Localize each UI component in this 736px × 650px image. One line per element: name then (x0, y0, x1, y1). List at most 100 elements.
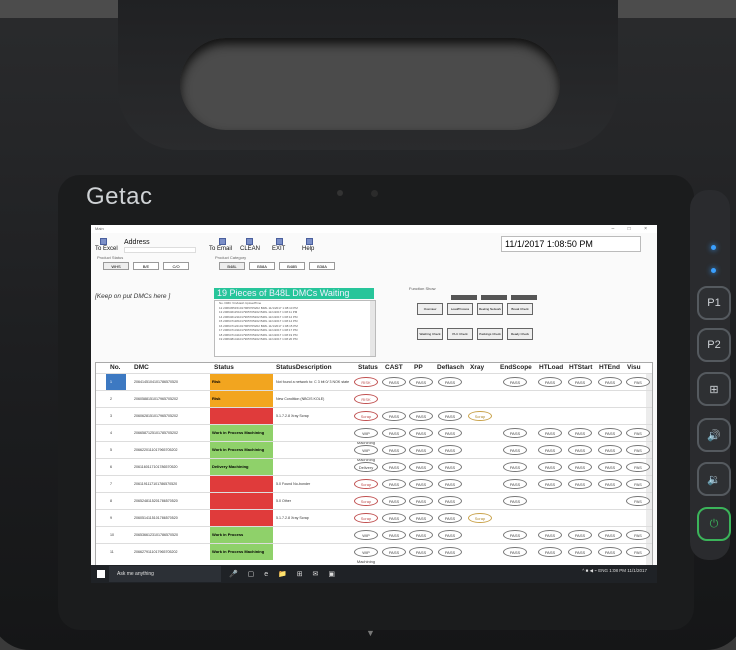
dmc-cell[interactable]: 2060588151017965705202 (134, 391, 208, 407)
stage-result-pill[interactable]: Scrap (354, 513, 378, 523)
windows-button[interactable]: ⊞ (697, 372, 731, 406)
reeling-network-button[interactable]: Reeling Network (477, 303, 503, 315)
stage-result-pill[interactable]: Scrap (468, 411, 492, 421)
volume-up-button[interactable]: 🔊 (697, 418, 731, 452)
stage-result-pill[interactable]: Delivery (354, 462, 378, 472)
stage-result-pill[interactable]: PAS (626, 479, 650, 489)
clean-icon[interactable] (246, 238, 253, 245)
stage-result-pill[interactable]: Scrap (468, 513, 492, 523)
stage-result-pill[interactable]: PASS (503, 377, 527, 387)
taskbar-app-icons[interactable]: 🎤 ▢ e 📁 ⊞ ✉ ▣ (229, 570, 339, 578)
stage-result-pill[interactable]: PASS (438, 428, 462, 438)
status-be-button[interactable]: B/E (133, 262, 159, 270)
stage-result-pill[interactable]: PASS (382, 445, 406, 455)
load-process-button[interactable]: Load/Process (447, 303, 473, 315)
column-header[interactable]: Visu (627, 363, 641, 373)
address-input[interactable] (124, 247, 196, 253)
stage-result-pill[interactable]: PASS (438, 479, 462, 489)
excel-icon[interactable] (100, 238, 107, 245)
help-button[interactable]: Help (302, 246, 314, 252)
stage-result-pill[interactable]: WIP Machining (354, 428, 378, 445)
column-header[interactable]: No. (110, 363, 120, 373)
stage-result-pill[interactable]: PASS (382, 428, 406, 438)
list-item[interactable]: 19 2066481411017965705202 B48L 11/1/2017… (215, 337, 375, 342)
stage-result-pill[interactable]: PASS (598, 377, 622, 387)
column-header[interactable]: StatusDescription (276, 363, 332, 373)
stage-result-pill[interactable]: PASS (568, 547, 592, 557)
plc-check-button[interactable]: PLC Check (447, 328, 473, 340)
category-b58a-button[interactable]: B58A (249, 262, 275, 270)
stage-result-pill[interactable]: PASS (409, 445, 433, 455)
stage-result-pill[interactable]: PASS (568, 530, 592, 540)
dmc-cell[interactable]: 2066587125101785705202 (134, 425, 208, 441)
dmc-cell[interactable]: 2064145104101786570520 (134, 374, 208, 390)
stage-result-pill[interactable]: PASS (503, 462, 527, 472)
stage-result-pill[interactable]: Scrap (354, 411, 378, 421)
stage-result-pill[interactable]: PASS (503, 428, 527, 438)
dmc-grid[interactable]: No. DMC Status StatusDescription Status … (95, 362, 653, 582)
stage-result-pill[interactable]: PASS (538, 479, 562, 489)
power-button[interactable]: ⏻ (697, 507, 731, 541)
stage-result-pill[interactable]: PASS (382, 513, 406, 523)
p2-button[interactable]: P2 (697, 328, 731, 362)
stage-result-pill[interactable]: WIP (354, 530, 378, 540)
stage-result-pill[interactable]: PASS (409, 411, 433, 421)
dmc-note-textbox[interactable]: [Keep on put DMCs here ] (95, 293, 211, 300)
stage-result-pill[interactable]: PASS (598, 462, 622, 472)
dmc-cell[interactable]: 2060628151017965705202 (134, 408, 208, 424)
stage-result-pill[interactable]: PASS (568, 462, 592, 472)
column-header[interactable]: HTLoad (539, 363, 563, 373)
window-controls[interactable]: – □ × (612, 226, 654, 232)
stage-result-pill[interactable]: PASS (409, 530, 433, 540)
stage-result-pill[interactable]: PASS (503, 496, 527, 506)
search-box[interactable]: Ask me anything (109, 566, 221, 582)
waiting-list[interactable]: No. DMC Vin/Hash UploadTime 12 206645515… (214, 300, 376, 357)
stage-result-pill[interactable]: PASS (503, 479, 527, 489)
break-check-button[interactable]: Break Check (507, 303, 533, 315)
category-b38a-button[interactable]: B38A (309, 262, 335, 270)
stage-result-pill[interactable]: PASS (538, 530, 562, 540)
dmc-cell[interactable]: 2061160117101786570520 (134, 459, 208, 475)
column-header[interactable]: Deflasch (437, 363, 464, 373)
overview-button[interactable]: Overview (417, 303, 443, 315)
stage-result-pill[interactable]: Scrap (354, 479, 378, 489)
stage-result-pill[interactable]: PAS (626, 530, 650, 540)
column-header[interactable]: HTEnd (599, 363, 620, 373)
table-row[interactable]: 8 2065248115201786570520 5.0 Other Scrap PAS… (96, 492, 652, 509)
stage-result-pill[interactable]: PASS (568, 377, 592, 387)
volume-down-button[interactable]: 🔉 (697, 462, 731, 496)
stage-result-pill[interactable]: PAS (626, 547, 650, 557)
ready-check-button[interactable]: Ready Check (507, 328, 533, 340)
stage-result-pill[interactable]: PASS (568, 428, 592, 438)
column-header[interactable]: EndScope (500, 363, 532, 373)
stage-result-pill[interactable]: PASS (598, 445, 622, 455)
stage-result-pill[interactable]: PASS (438, 513, 462, 523)
stage-result-pill[interactable]: PASS (538, 462, 562, 472)
stage-result-pill[interactable]: PASS (409, 513, 433, 523)
table-row[interactable]: 1 2064145104101786570520 Risk Not found a n… (96, 373, 652, 390)
column-header[interactable]: PP (414, 363, 423, 373)
dmc-cell[interactable]: 2065248115201786570520 (134, 493, 208, 509)
exit-button[interactable]: EXIT (272, 246, 285, 252)
table-row[interactable]: 11 2066279111017965705202 Work in Process … (96, 543, 652, 564)
stage-result-pill[interactable]: Scrap (354, 496, 378, 506)
column-header[interactable]: Status (358, 363, 378, 373)
help-icon[interactable] (306, 238, 313, 245)
stage-result-pill[interactable]: RISK (354, 394, 378, 404)
system-tray[interactable]: ^ ■ ◀ ⌁ ENG 1:08 PM 11/1/2017 (582, 568, 647, 574)
stage-result-pill[interactable]: PASS (598, 547, 622, 557)
exit-icon[interactable] (276, 238, 283, 245)
stage-result-pill[interactable]: PASS (568, 479, 592, 489)
category-b48b-button[interactable]: B48B (279, 262, 305, 270)
stage-result-pill[interactable]: RISK (354, 377, 378, 387)
stage-result-pill[interactable]: PASS (409, 547, 433, 557)
stage-result-pill[interactable]: PAS (626, 377, 650, 387)
stage-result-pill[interactable]: PASS (598, 428, 622, 438)
stage-result-pill[interactable]: PASS (568, 445, 592, 455)
dmc-cell[interactable]: 2066279111017965705202 (134, 544, 208, 560)
washing-check-button[interactable]: Washing Check (417, 328, 443, 340)
stage-result-pill[interactable]: PASS (409, 479, 433, 489)
stage-result-pill[interactable]: PASS (438, 462, 462, 472)
stage-result-pill[interactable]: PASS (438, 547, 462, 557)
table-row[interactable]: 6 2061160117101786570520 Delivery Machinin… (96, 458, 652, 475)
